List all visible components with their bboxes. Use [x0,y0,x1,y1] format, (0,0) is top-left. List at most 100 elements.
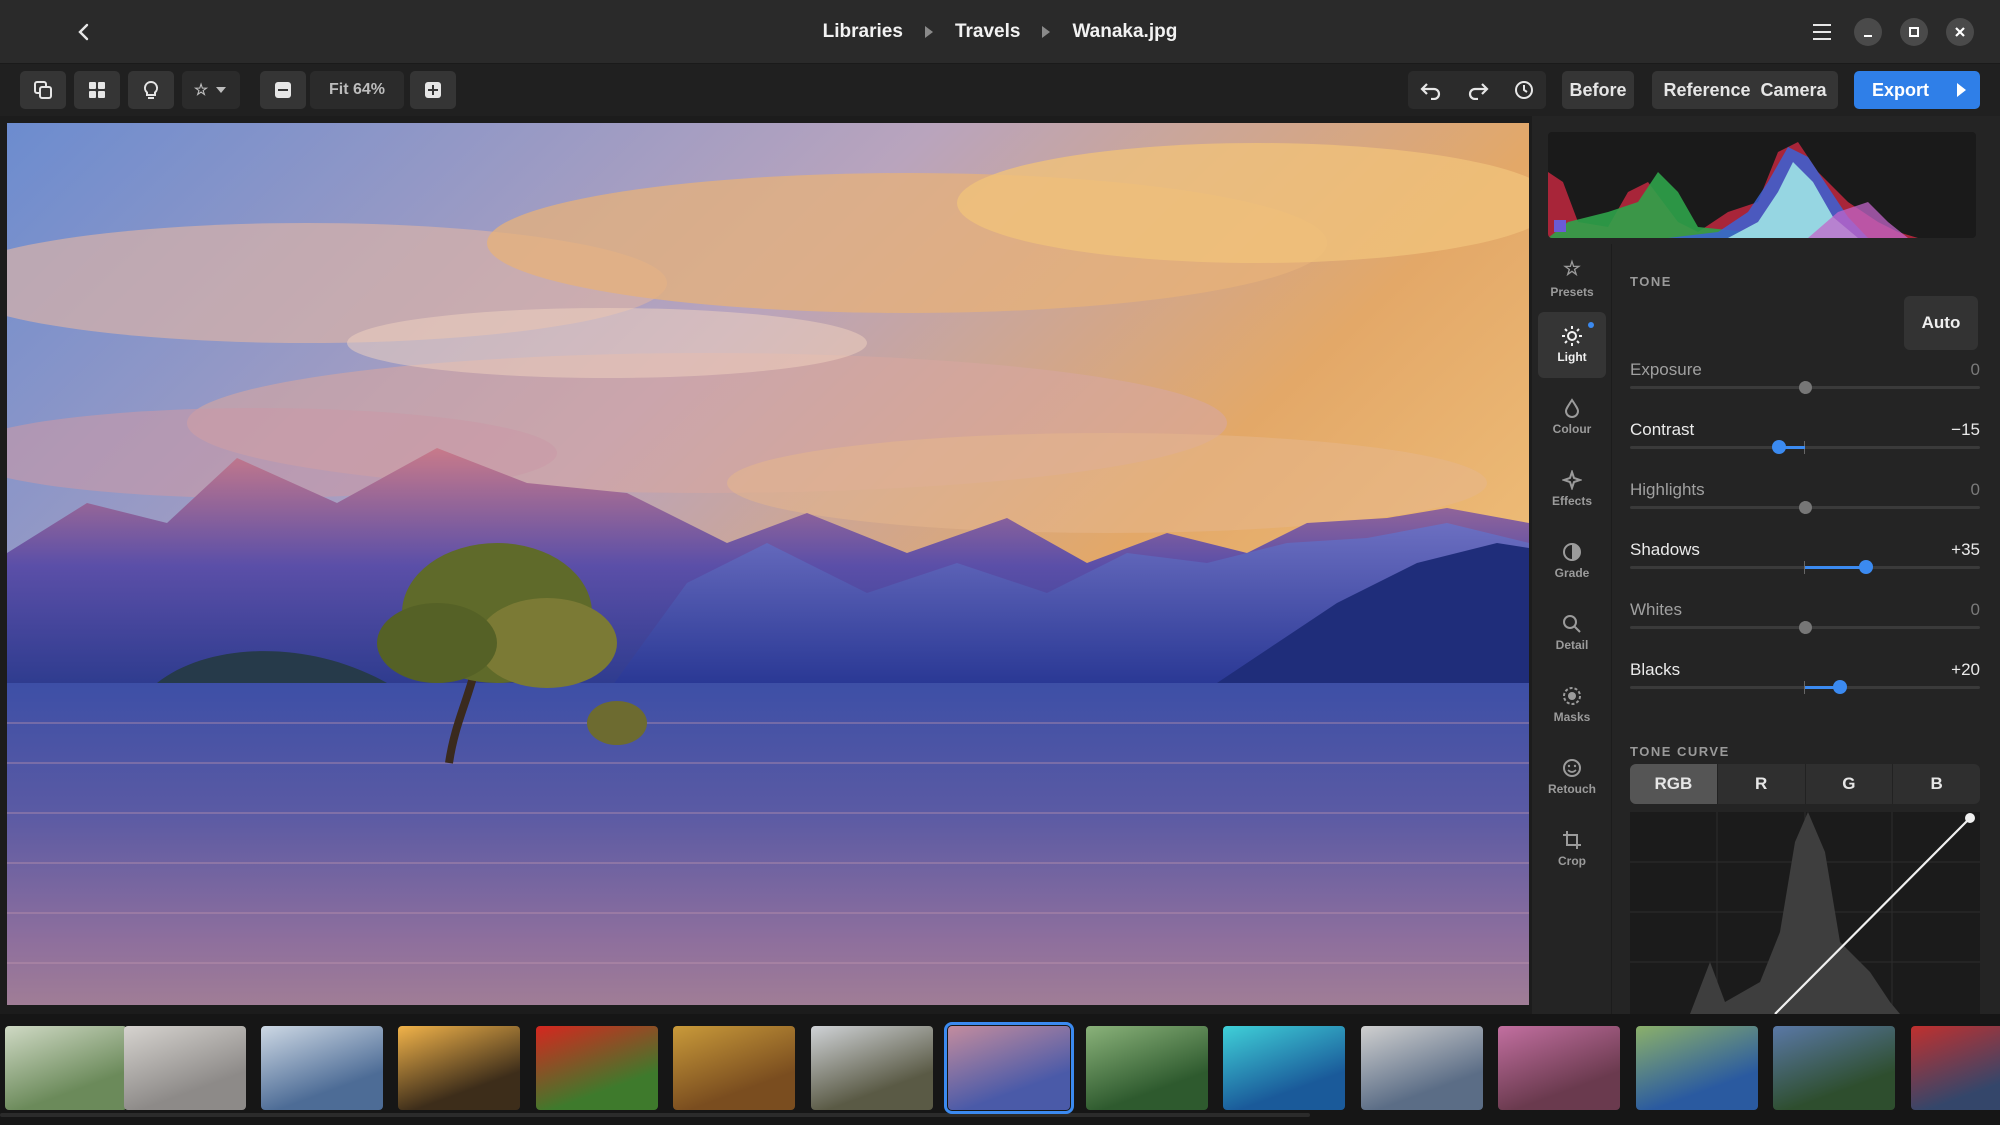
rail-crop[interactable]: Crop [1538,816,1606,882]
chevron-right-icon [924,26,933,38]
filmstrip-thumbnail[interactable] [811,1026,933,1110]
rail-label: Crop [1558,854,1586,868]
rail-label: Detail [1555,638,1589,652]
slider-knob[interactable] [1833,680,1847,694]
rail-masks[interactable]: Masks [1538,672,1606,738]
slider-highlights[interactable]: Highlights 0 [1630,480,1980,540]
filmstrip-thumbnail[interactable] [124,1026,246,1110]
rail-detail[interactable]: Detail [1538,600,1606,666]
chevron-right-icon [1042,26,1051,38]
rail-label: Effects [1551,494,1592,508]
slider-track[interactable] [1630,381,1980,394]
breadcrumb-libraries[interactable]: Libraries [823,21,903,43]
slider-knob[interactable] [1799,501,1812,514]
redo-icon[interactable] [1467,80,1489,100]
slider-knob[interactable] [1799,621,1812,634]
tab-rgb[interactable]: RGB [1630,764,1717,804]
menu-icon[interactable] [1808,18,1836,46]
tone-curve-graph[interactable] [1630,812,1980,1014]
star-icon: ☆ [193,82,209,99]
sun-icon [1562,326,1582,346]
plus-icon [425,82,441,98]
main-photo[interactable] [7,123,1529,1005]
rail-label: Presets [1550,284,1594,299]
slider-track[interactable] [1630,440,1980,454]
curve-channel-tabs: RGB R G B [1630,764,1980,804]
auto-button[interactable]: Auto [1904,296,1978,350]
reference-button[interactable]: Reference [1663,80,1750,101]
slider-blacks[interactable]: Blacks +20 [1630,660,1980,720]
grid-view-button[interactable] [74,71,120,109]
slider-track[interactable] [1630,560,1980,574]
slider-track[interactable] [1630,621,1980,634]
slider-whites[interactable]: Whites 0 [1630,600,1980,660]
slider-value[interactable]: +35 [1951,540,1980,560]
tab-b[interactable]: B [1892,764,1980,804]
toolbar: ☆ Fit 64% Before Reference Camera Export [0,64,2000,116]
filmstrip-thumbnail[interactable] [1361,1026,1483,1110]
close-button[interactable] [1946,18,1974,46]
tab-r[interactable]: R [1716,764,1805,804]
filmstrip-thumbnail[interactable] [1223,1026,1345,1110]
rail-light[interactable]: Light [1538,312,1606,378]
chevron-down-icon [216,87,227,93]
copy-button[interactable] [20,71,66,109]
slider-shadows[interactable]: Shadows +35 [1630,540,1980,600]
slider-knob[interactable] [1859,560,1874,574]
rating-dropdown[interactable]: ☆ [182,71,240,109]
camera-button[interactable]: Camera [1761,80,1827,101]
minimize-button[interactable] [1854,18,1882,46]
maximize-button[interactable] [1900,18,1928,46]
zoom-in-button[interactable] [410,71,456,109]
filmstrip-thumbnail[interactable] [944,1022,1074,1114]
filmstrip-thumbnail[interactable] [673,1026,795,1110]
slider-value[interactable]: 0 [1971,360,1980,380]
slider-knob[interactable] [1799,381,1812,394]
breadcrumb-travels[interactable]: Travels [955,21,1021,43]
crop-icon [1563,831,1581,849]
filmstrip-thumbnail[interactable] [1636,1026,1758,1110]
slider-contrast[interactable]: Contrast −15 [1630,420,1980,480]
slider-value[interactable]: −15 [1951,420,1980,440]
filmstrip-thumbnail[interactable] [1498,1026,1620,1110]
suggest-button[interactable] [128,71,174,109]
rail-grade[interactable]: Grade [1538,528,1606,594]
filmstrip-thumbnail[interactable] [1086,1026,1208,1110]
slider-knob[interactable] [1771,440,1786,454]
filmstrip-thumbnail[interactable] [1773,1026,1895,1110]
tab-g[interactable]: G [1804,764,1893,804]
filmstrip-thumbnail[interactable] [5,1026,127,1110]
tone-section-label: TONE [1630,274,1672,289]
curve-endpoint[interactable] [1965,813,1975,823]
slider-label: Shadows [1630,540,1700,559]
history-icon[interactable] [1514,80,1534,100]
sparkle-icon [1562,470,1582,490]
slider-value[interactable]: +20 [1951,660,1980,680]
filmstrip-thumbnail[interactable] [261,1026,383,1110]
filmstrip-thumbnail[interactable] [536,1026,658,1110]
photo-canvas [7,123,1529,1005]
slider-track[interactable] [1630,501,1980,514]
slider-track[interactable] [1630,680,1980,694]
filmstrip-scrollbar[interactable] [0,1113,1310,1117]
undo-icon[interactable] [1420,80,1442,100]
rail-retouch[interactable]: Retouch [1538,744,1606,810]
mask-icon [1563,687,1581,705]
export-button[interactable]: Export [1854,71,1980,109]
tone-curve-section-label: TONE CURVE [1630,744,1730,759]
caret-right-icon [1957,83,1966,97]
filmstrip-thumbnail[interactable] [1911,1026,2000,1110]
slider-value[interactable]: 0 [1971,480,1980,500]
rail-colour[interactable]: Colour [1538,384,1606,450]
minimize-icon [1864,35,1872,37]
slider-exposure[interactable]: Exposure 0 [1630,360,1980,420]
rail-effects[interactable]: Effects [1538,456,1606,522]
rail-presets[interactable]: ☆ Presets [1538,244,1606,310]
before-button[interactable]: Before [1562,71,1634,109]
filmstrip-thumbnail[interactable] [398,1026,520,1110]
zoom-level[interactable]: Fit 64% [310,71,404,109]
zoom-out-button[interactable] [260,71,306,109]
grid-icon [89,82,105,98]
slider-value[interactable]: 0 [1971,600,1980,620]
minus-icon [275,82,291,98]
